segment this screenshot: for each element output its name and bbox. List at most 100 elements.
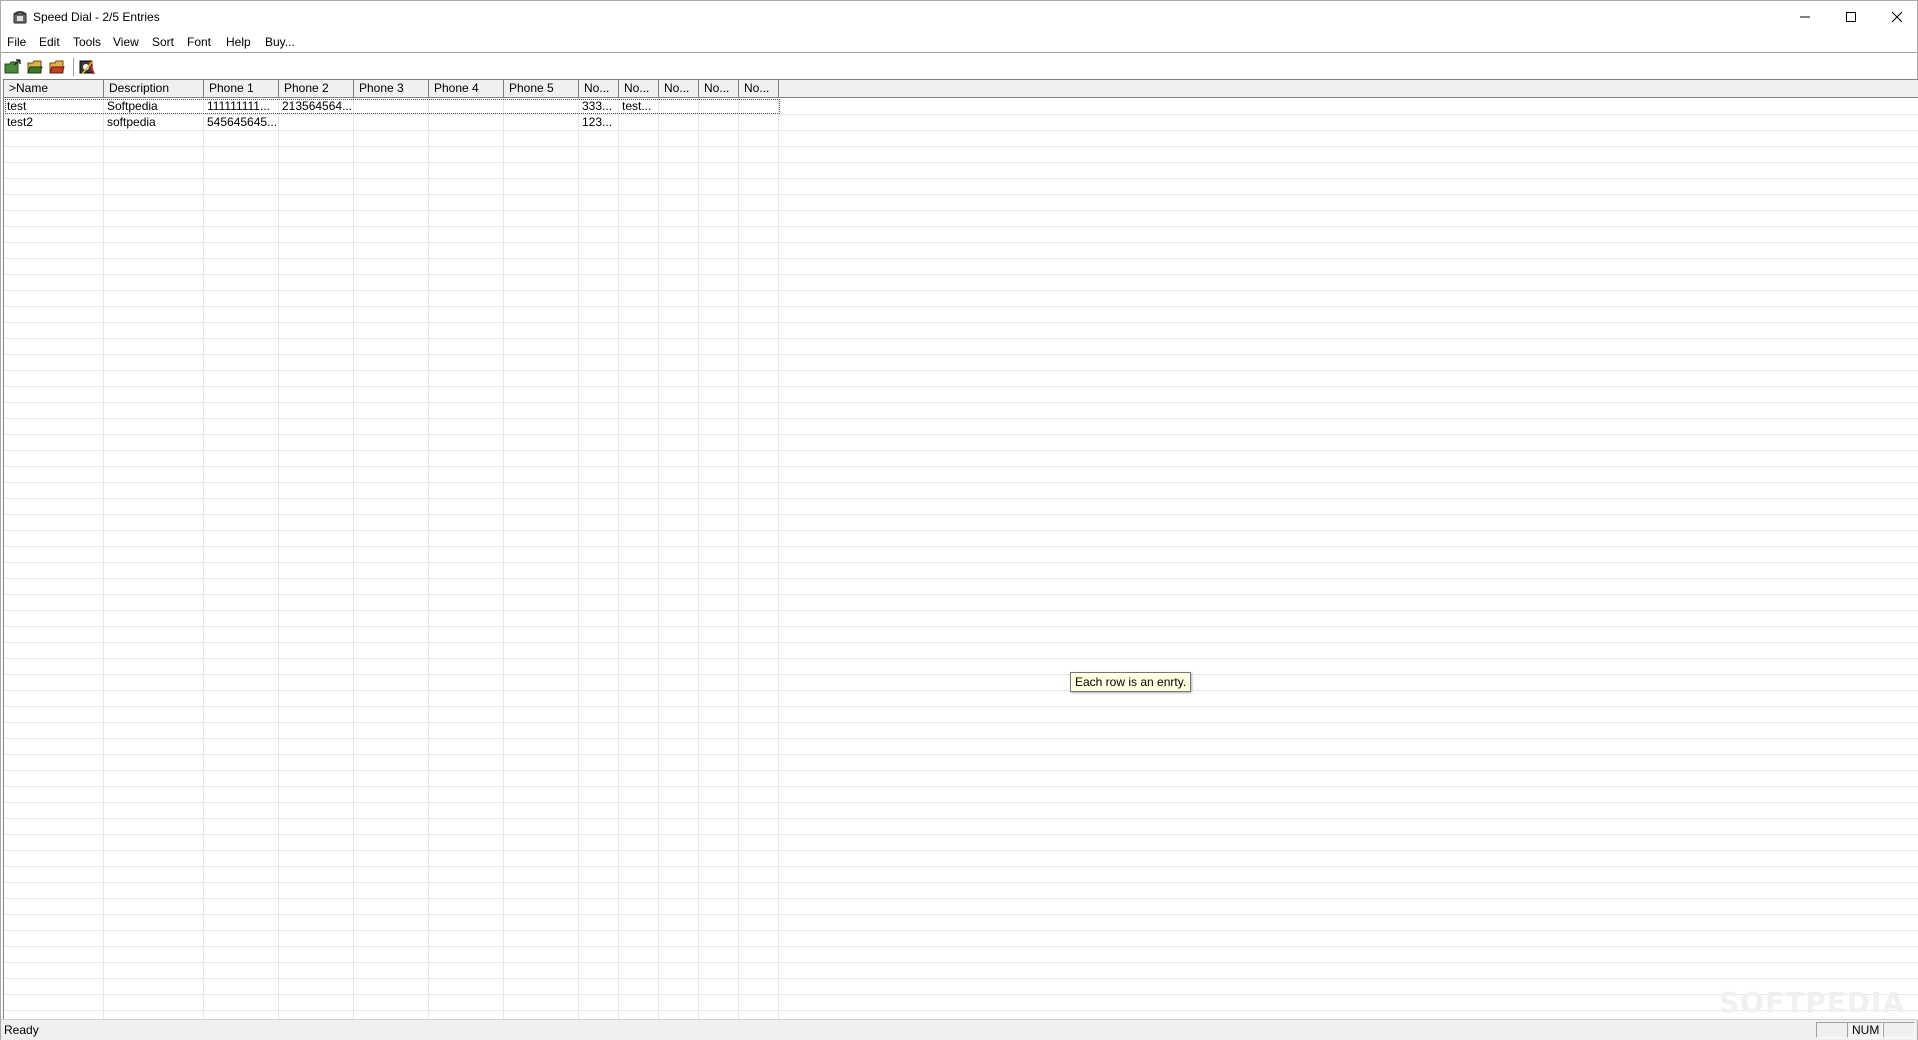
- grid-row-line: [4, 450, 1918, 451]
- grid-cell[interactable]: [504, 114, 578, 130]
- open-icon: [27, 60, 43, 74]
- grid-cell[interactable]: 111111111...: [204, 98, 278, 114]
- grid-row-line: [4, 434, 1918, 435]
- menu-buy[interactable]: Buy...: [265, 35, 295, 49]
- app-window: Speed Dial - 2/5 Entries File Edit Tools…: [0, 0, 1918, 1040]
- column-header[interactable]: No...: [579, 80, 619, 97]
- entries-grid[interactable]: >Name Description Phone 1 Phone 2 Phone 3 Pho…: [3, 79, 1918, 1020]
- grid-row-line: [4, 338, 1918, 339]
- grid-row-line: [4, 162, 1918, 163]
- grid-row-line: [4, 866, 1918, 867]
- minimize-icon: [1800, 16, 1810, 18]
- menu-tools[interactable]: Tools: [73, 35, 101, 49]
- menu-font[interactable]: Font: [187, 35, 211, 49]
- grid-row-line: [4, 418, 1918, 419]
- grid-cell[interactable]: Softpedia: [104, 98, 203, 114]
- softpedia-watermark: SOFTPEDIA: [1719, 986, 1906, 1019]
- grid-row-line: [4, 1010, 1918, 1011]
- menu-sort[interactable]: Sort: [152, 35, 174, 49]
- grid-row-line: [4, 130, 1918, 131]
- minimize-button[interactable]: [1782, 1, 1828, 33]
- grid-cell[interactable]: 123...: [579, 114, 618, 130]
- grid-cell[interactable]: [429, 114, 503, 130]
- grid-row-line: [4, 386, 1918, 387]
- grid-row-line: [4, 962, 1918, 963]
- tooltip: Each row is an enrty.: [1070, 672, 1192, 692]
- status-text: Ready: [4, 1023, 39, 1037]
- grid-cell[interactable]: [739, 98, 778, 114]
- close-icon: [1891, 11, 1903, 23]
- grid-cell[interactable]: [429, 98, 503, 114]
- grid-cell[interactable]: 213564564...: [279, 98, 353, 114]
- maximize-button[interactable]: [1828, 1, 1874, 33]
- grid-cell[interactable]: 545645645...: [204, 114, 278, 130]
- grid-row-line: [4, 402, 1918, 403]
- grid-cell[interactable]: [699, 114, 738, 130]
- grid-header: >Name Description Phone 1 Phone 2 Phone 3 Pho…: [4, 80, 1918, 98]
- grid-cell[interactable]: test: [4, 98, 103, 114]
- menu-file[interactable]: File: [7, 35, 26, 49]
- grid-row-line: [4, 146, 1918, 147]
- grid-row-line: [4, 626, 1918, 627]
- column-header[interactable]: Phone 2: [279, 80, 354, 97]
- new-entry-button[interactable]: [3, 57, 23, 77]
- grid-row-line: [4, 738, 1918, 739]
- window-title: Speed Dial - 2/5 Entries: [33, 10, 160, 24]
- grid-cell[interactable]: [354, 114, 428, 130]
- column-header[interactable]: Description: [104, 80, 204, 97]
- grid-row-line: [4, 194, 1918, 195]
- grid-cell[interactable]: softpedia: [104, 114, 203, 130]
- grid-row-line: [4, 898, 1918, 899]
- grid-row-line: [4, 210, 1918, 211]
- close-button[interactable]: [1874, 1, 1918, 33]
- grid-cell[interactable]: [659, 114, 698, 130]
- grid-row-line: [4, 706, 1918, 707]
- toolbar-separator: [73, 58, 74, 76]
- grid-row-line: [4, 610, 1918, 611]
- column-header[interactable]: Phone 3: [354, 80, 429, 97]
- grid-cell[interactable]: [739, 114, 778, 130]
- grid-cell[interactable]: [659, 98, 698, 114]
- menu-help[interactable]: Help: [226, 35, 251, 49]
- save-button[interactable]: [48, 57, 68, 77]
- grid-cell[interactable]: [354, 98, 428, 114]
- column-header[interactable]: No...: [739, 80, 779, 97]
- column-header[interactable]: No...: [659, 80, 699, 97]
- open-button[interactable]: [26, 57, 46, 77]
- title-bar: Speed Dial - 2/5 Entries: [1, 1, 1917, 33]
- status-pane-blank: [1816, 1022, 1851, 1038]
- status-pane-caps: [1883, 1022, 1915, 1038]
- telephone-icon: [12, 9, 28, 24]
- menu-edit[interactable]: Edit: [39, 35, 60, 49]
- grid-row-line: [4, 690, 1918, 691]
- column-header[interactable]: Phone 5: [504, 80, 579, 97]
- grid-row-line: [4, 354, 1918, 355]
- grid-row-line: [4, 482, 1918, 483]
- grid-row-line: [4, 994, 1918, 995]
- grid-row-line: [4, 258, 1918, 259]
- grid-cell[interactable]: [699, 98, 738, 114]
- grid-cell[interactable]: [619, 114, 658, 130]
- grid-row-line: [4, 978, 1918, 979]
- column-header[interactable]: Phone 1: [204, 80, 279, 97]
- column-header[interactable]: Phone 4: [429, 80, 504, 97]
- column-header[interactable]: No...: [699, 80, 739, 97]
- grid-row-line: [4, 930, 1918, 931]
- tools-button[interactable]: [77, 57, 97, 77]
- grid-cell[interactable]: test...: [619, 98, 658, 114]
- column-header[interactable]: >Name: [4, 80, 104, 97]
- grid-row-line: [4, 514, 1918, 515]
- grid-cell[interactable]: test2: [4, 114, 103, 130]
- grid-cell[interactable]: 333...: [579, 98, 618, 114]
- grid-row-line: [4, 290, 1918, 291]
- grid-row-line: [4, 562, 1918, 563]
- grid-row-line: [4, 306, 1918, 307]
- menu-view[interactable]: View: [113, 35, 139, 49]
- grid-row-line: [4, 642, 1918, 643]
- grid-body: test Softpedia 111111111... 213564564... 333…: [4, 98, 1918, 1020]
- grid-cell[interactable]: [504, 98, 578, 114]
- grid-cell[interactable]: [279, 114, 353, 130]
- grid-row-line: [4, 802, 1918, 803]
- grid-row-line: [4, 274, 1918, 275]
- column-header[interactable]: No...: [619, 80, 659, 97]
